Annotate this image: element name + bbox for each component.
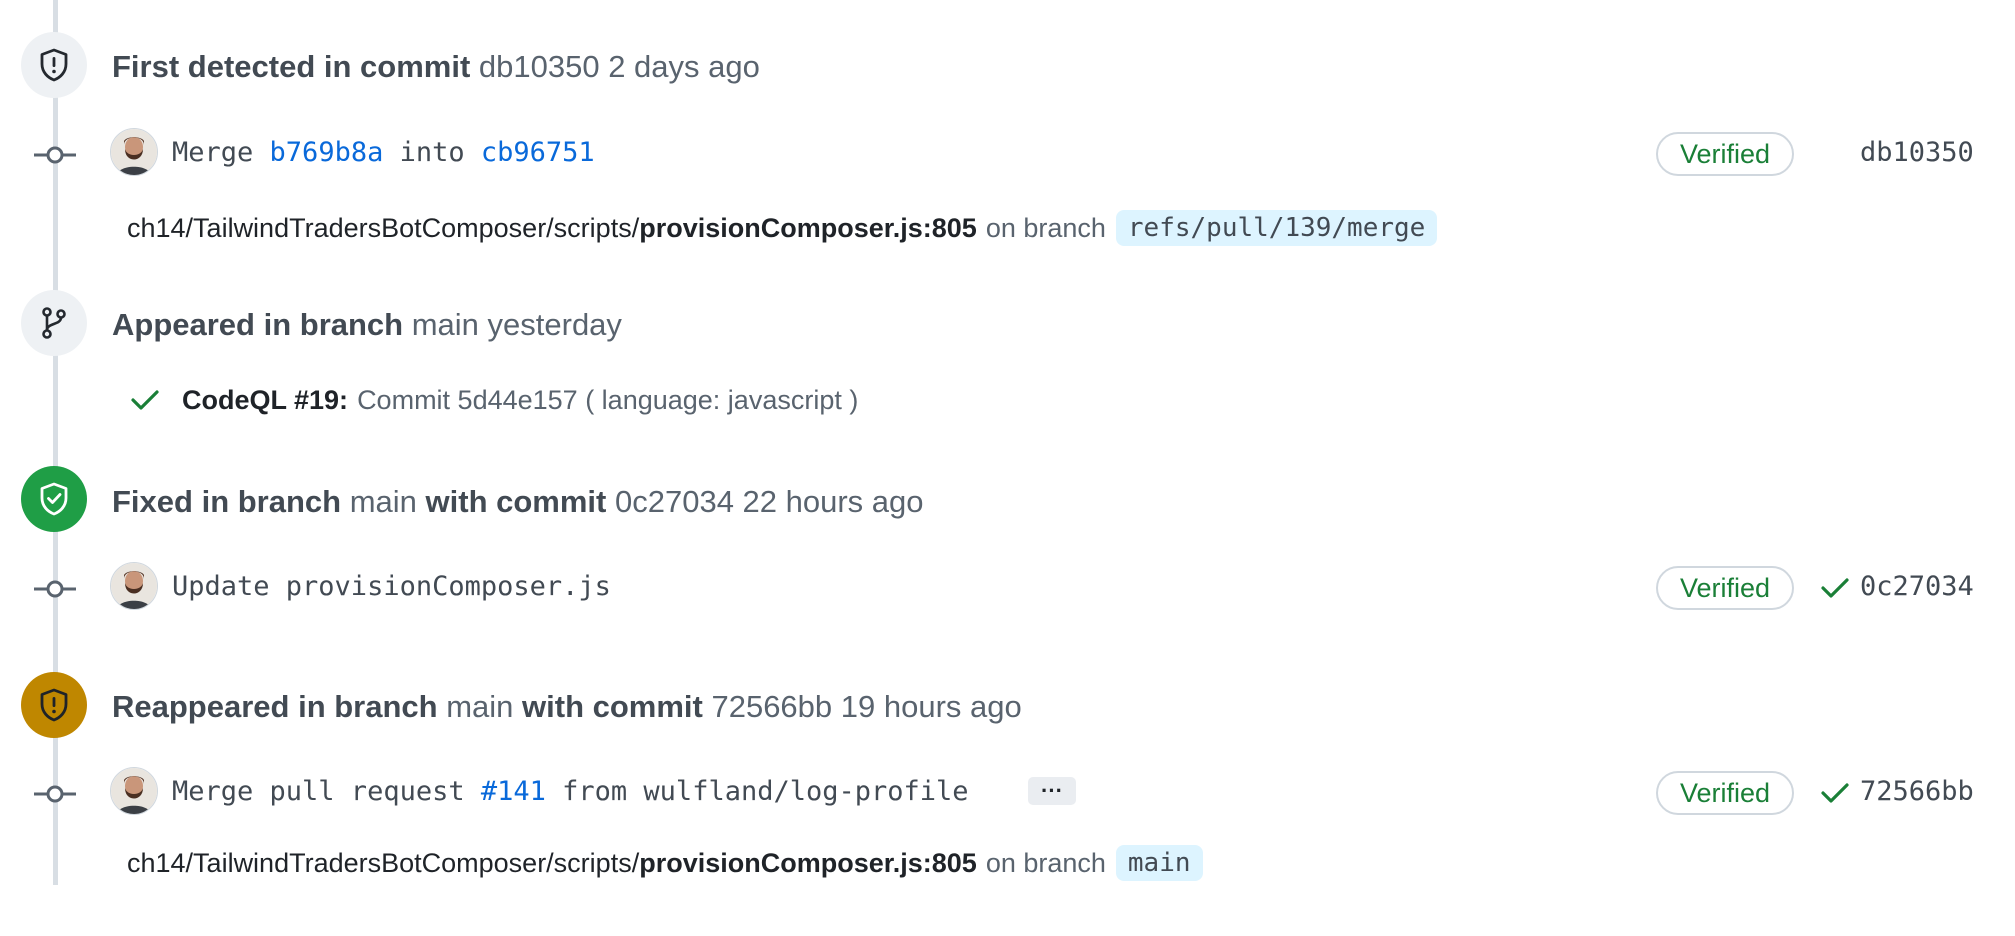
avatar[interactable] bbox=[110, 128, 158, 176]
git-branch-icon bbox=[21, 290, 87, 356]
verified-badge[interactable]: Verified bbox=[1656, 566, 1794, 610]
event-title-strong: with commit bbox=[425, 484, 607, 519]
check-icon bbox=[130, 388, 160, 412]
commit-message-text: from wulfland/log-profile bbox=[545, 776, 969, 807]
event-title-strong: Fixed in branch bbox=[112, 484, 342, 519]
event-title-rest: 72566bb 19 hours ago bbox=[702, 689, 1022, 724]
branch-label[interactable]: refs/pull/139/merge bbox=[1115, 210, 1438, 246]
avatar[interactable] bbox=[110, 767, 158, 815]
pull-request-link[interactable]: #141 bbox=[481, 776, 546, 807]
commit-message: Merge b769b8a into cb96751 bbox=[172, 139, 595, 166]
commit-sha-link[interactable]: 72566bb bbox=[1860, 778, 1974, 805]
commit-sha-link[interactable]: 0c27034 bbox=[1860, 573, 1974, 600]
check-icon bbox=[1820, 780, 1850, 806]
alert-location: ch14/TailwindTradersBotComposer/scripts/… bbox=[127, 841, 1203, 885]
timeline-line bbox=[53, 0, 58, 885]
git-commit-icon bbox=[34, 145, 76, 165]
on-branch-text: on branch bbox=[985, 212, 1106, 243]
shield-check-icon bbox=[21, 466, 87, 532]
event-title-fixed: Fixed in branch main with commit 0c27034… bbox=[112, 486, 924, 517]
file-name[interactable]: provisionComposer.js:805 bbox=[639, 849, 977, 877]
git-commit-icon bbox=[34, 579, 76, 599]
on-branch-text: on branch bbox=[985, 847, 1106, 878]
file-path[interactable]: ch14/TailwindTradersBotComposer/scripts/ bbox=[127, 849, 639, 877]
event-title-rest: 0c27034 22 hours ago bbox=[606, 484, 924, 519]
commit-message-text: Merge pull request bbox=[172, 776, 481, 807]
event-title-strong: First detected in commit bbox=[112, 49, 471, 84]
analysis-tool-link[interactable]: CodeQL #19: bbox=[182, 385, 348, 416]
event-title-branch: main bbox=[437, 689, 523, 724]
event-title-reappeared: Reappeared in branch main with commit 72… bbox=[112, 691, 1022, 722]
commit-link-cb96751[interactable]: cb96751 bbox=[481, 137, 595, 168]
event-title-appeared: Appeared in branch main yesterday bbox=[112, 309, 622, 340]
expand-commit-message-button[interactable]: ··· bbox=[1028, 777, 1076, 805]
shield-alert-icon bbox=[21, 32, 87, 98]
file-name[interactable]: provisionComposer.js:805 bbox=[639, 214, 977, 242]
check-icon bbox=[1820, 575, 1850, 601]
verified-badge[interactable]: Verified bbox=[1656, 132, 1794, 176]
analysis-details: Commit 5d44e157 ( language: javascript ) bbox=[357, 384, 859, 415]
alert-location: ch14/TailwindTradersBotComposer/scripts/… bbox=[127, 206, 1438, 250]
commit-message-text: into bbox=[383, 137, 481, 168]
event-title-strong: Appeared in branch bbox=[112, 307, 404, 342]
git-commit-icon bbox=[34, 784, 76, 804]
event-title-rest: db10350 2 days ago bbox=[470, 49, 760, 84]
file-path[interactable]: ch14/TailwindTradersBotComposer/scripts/ bbox=[127, 214, 639, 242]
commit-sha-link[interactable]: db10350 bbox=[1860, 139, 1974, 166]
branch-label[interactable]: main bbox=[1115, 845, 1203, 881]
commit-message: Merge pull request #141 from wulfland/lo… bbox=[172, 778, 969, 805]
commit-message-text: Merge bbox=[172, 137, 270, 168]
commit-link-b769b8a[interactable]: b769b8a bbox=[270, 137, 384, 168]
event-title-rest: main yesterday bbox=[403, 307, 622, 342]
event-title-first-detected: First detected in commit db10350 2 days … bbox=[112, 51, 760, 82]
verified-badge[interactable]: Verified bbox=[1656, 771, 1794, 815]
analysis-row: CodeQL #19: Commit 5d44e157 ( language: j… bbox=[130, 383, 858, 417]
shield-alert-icon bbox=[21, 672, 87, 738]
commit-message[interactable]: Update provisionComposer.js bbox=[172, 573, 611, 600]
avatar[interactable] bbox=[110, 562, 158, 610]
event-title-branch: main bbox=[341, 484, 426, 519]
event-title-strong: with commit bbox=[522, 689, 703, 724]
event-title-strong: Reappeared in branch bbox=[112, 689, 438, 724]
